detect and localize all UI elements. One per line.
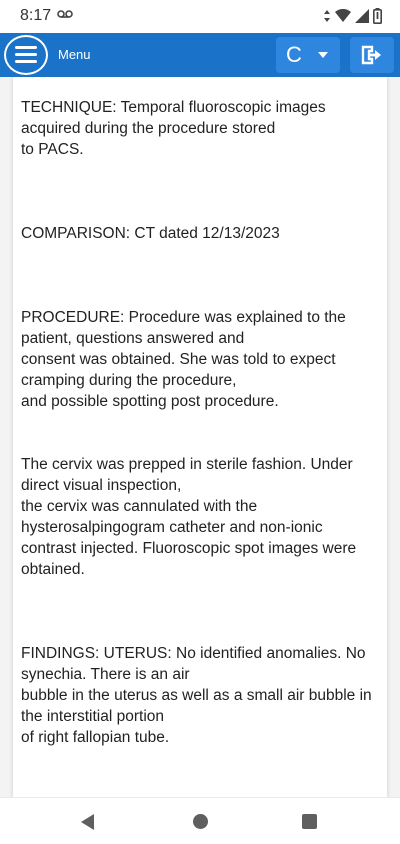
navigation-bar xyxy=(0,797,400,844)
report-text: TECHNIQUE: Temporal fluoroscopic images … xyxy=(21,97,383,748)
signal-icon xyxy=(355,9,369,23)
data-arrows-icon xyxy=(324,10,330,22)
procedure-section: PROCEDURE: Procedure was explained to th… xyxy=(21,309,346,410)
hamburger-icon xyxy=(15,46,37,64)
findings-section: FINDINGS: UTERUS: No identified anomalie… xyxy=(21,645,372,746)
report-viewer[interactable]: TECHNIQUE: Temporal fluoroscopic images … xyxy=(0,77,400,797)
voicemail-icon xyxy=(57,10,73,18)
selector-value: C xyxy=(286,42,302,67)
battery-icon xyxy=(373,8,382,24)
mode-selector[interactable]: C xyxy=(276,37,340,73)
cervix-section: The cervix was prepped in sterile fashio… xyxy=(21,456,357,578)
status-time: 8:17 xyxy=(20,7,52,24)
comparison-section: COMPARISON: CT dated 12/13/2023 xyxy=(21,225,280,242)
system-icons xyxy=(323,7,382,25)
chevron-down-icon xyxy=(318,52,328,58)
logout-icon xyxy=(361,45,381,65)
technique-section: TECHNIQUE: Temporal fluoroscopic images … xyxy=(21,99,326,158)
menu-button[interactable] xyxy=(4,35,48,75)
home-icon[interactable] xyxy=(193,814,208,829)
back-icon[interactable] xyxy=(81,814,94,830)
logout-button[interactable] xyxy=(350,37,394,73)
app-bar: Menu C xyxy=(0,33,400,77)
recents-icon[interactable] xyxy=(302,814,317,829)
menu-label[interactable]: Menu xyxy=(58,47,91,62)
status-bar: 8:17 xyxy=(0,0,400,33)
wifi-icon xyxy=(335,9,351,22)
